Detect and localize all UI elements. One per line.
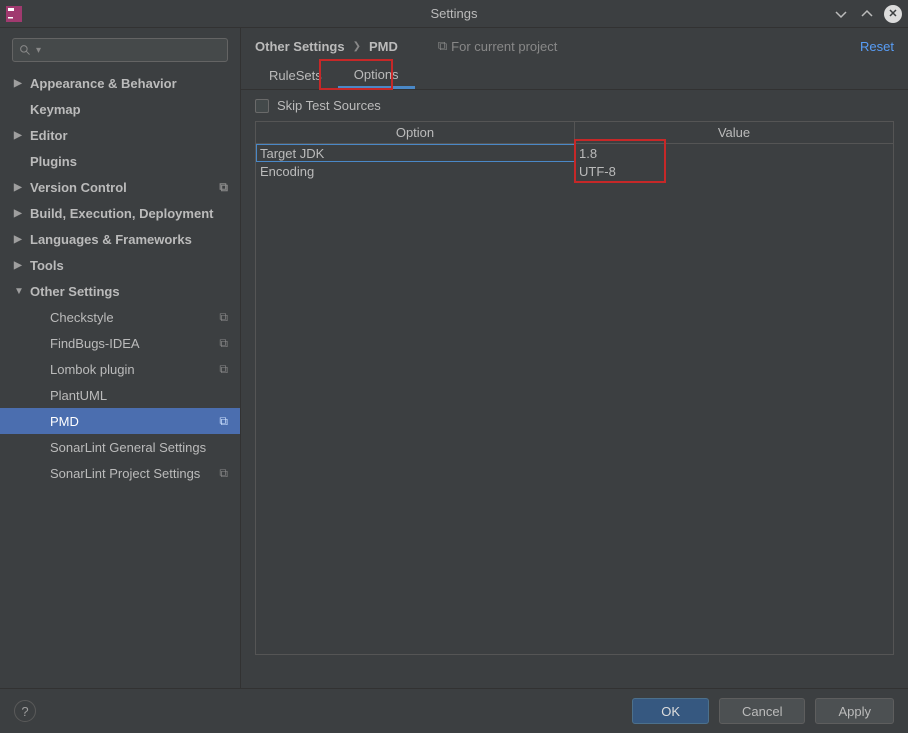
breadcrumb-parent[interactable]: Other Settings xyxy=(255,39,345,54)
cell-option: Encoding xyxy=(256,162,575,180)
table-row[interactable]: Encoding UTF-8 xyxy=(256,162,893,180)
copy-icon: ⧉ xyxy=(219,466,228,481)
cell-value[interactable]: UTF-8 xyxy=(575,162,893,180)
tab-options[interactable]: Options xyxy=(338,62,415,89)
skip-test-sources-row: Skip Test Sources xyxy=(241,90,908,121)
tree-item-tools[interactable]: ▶Tools xyxy=(0,252,240,278)
chevron-right-icon: ❯ xyxy=(353,41,361,52)
titlebar: Settings ✕ xyxy=(0,0,908,28)
window-controls: ✕ xyxy=(832,5,902,23)
tree-item-appearance[interactable]: ▶Appearance & Behavior xyxy=(0,70,240,96)
tree-item-languages[interactable]: ▶Languages & Frameworks xyxy=(0,226,240,252)
tree-item-findbugs[interactable]: FindBugs-IDEA⧉ xyxy=(0,330,240,356)
cancel-button[interactable]: Cancel xyxy=(719,698,805,724)
copy-icon: ⧉ xyxy=(438,38,447,54)
apply-button[interactable]: Apply xyxy=(815,698,894,724)
help-button[interactable]: ? xyxy=(14,700,36,722)
col-value[interactable]: Value xyxy=(575,122,893,143)
breadcrumb: Other Settings ❯ PMD ⧉ For current proje… xyxy=(241,28,908,62)
maximize-button[interactable] xyxy=(858,5,876,23)
search-input[interactable]: ▾ xyxy=(12,38,228,62)
copy-icon: ⧉ xyxy=(219,180,228,195)
cell-value[interactable]: 1.8 xyxy=(575,144,893,162)
window-title: Settings xyxy=(0,6,908,21)
tab-rulesets[interactable]: RuleSets xyxy=(253,62,338,89)
search-icon xyxy=(19,44,32,57)
tree-item-checkstyle[interactable]: Checkstyle⧉ xyxy=(0,304,240,330)
tree-item-sonarlint-general[interactable]: SonarLint General Settings xyxy=(0,434,240,460)
cell-option: Target JDK xyxy=(256,144,575,162)
skip-test-sources-label: Skip Test Sources xyxy=(277,98,381,113)
project-scope-hint: ⧉ For current project xyxy=(438,38,558,54)
tree-item-lombok[interactable]: Lombok plugin⧉ xyxy=(0,356,240,382)
col-option[interactable]: Option xyxy=(256,122,575,143)
copy-icon: ⧉ xyxy=(219,310,228,325)
ok-button[interactable]: OK xyxy=(632,698,709,724)
tree-item-build[interactable]: ▶Build, Execution, Deployment xyxy=(0,200,240,226)
options-table: Option Value Target JDK 1.8 Encoding UTF… xyxy=(255,121,894,655)
tree-item-pmd[interactable]: PMD⧉ xyxy=(0,408,240,434)
copy-icon: ⧉ xyxy=(219,362,228,377)
footer: ? OK Cancel Apply xyxy=(0,688,908,733)
skip-test-sources-checkbox[interactable] xyxy=(255,99,269,113)
settings-tree: ▶Appearance & Behavior Keymap ▶Editor Pl… xyxy=(0,70,240,688)
minimize-button[interactable] xyxy=(832,5,850,23)
main-panel: Other Settings ❯ PMD ⧉ For current proje… xyxy=(241,28,908,688)
tree-item-keymap[interactable]: Keymap xyxy=(0,96,240,122)
tree-item-version-control[interactable]: ▶Version Control⧉ xyxy=(0,174,240,200)
table-header: Option Value xyxy=(256,122,893,144)
tree-item-sonarlint-project[interactable]: SonarLint Project Settings⧉ xyxy=(0,460,240,486)
sidebar: ▾ ▶Appearance & Behavior Keymap ▶Editor … xyxy=(0,28,241,688)
tab-bar: RuleSets Options xyxy=(241,62,908,90)
table-row[interactable]: Target JDK 1.8 xyxy=(256,144,893,162)
tree-item-other-settings[interactable]: ▼Other Settings xyxy=(0,278,240,304)
close-button[interactable]: ✕ xyxy=(884,5,902,23)
tree-item-plugins[interactable]: Plugins xyxy=(0,148,240,174)
reset-link[interactable]: Reset xyxy=(860,39,894,54)
tree-item-plantuml[interactable]: PlantUML xyxy=(0,382,240,408)
tree-item-editor[interactable]: ▶Editor xyxy=(0,122,240,148)
copy-icon: ⧉ xyxy=(219,414,228,429)
copy-icon: ⧉ xyxy=(219,336,228,351)
breadcrumb-current: PMD xyxy=(369,39,398,54)
